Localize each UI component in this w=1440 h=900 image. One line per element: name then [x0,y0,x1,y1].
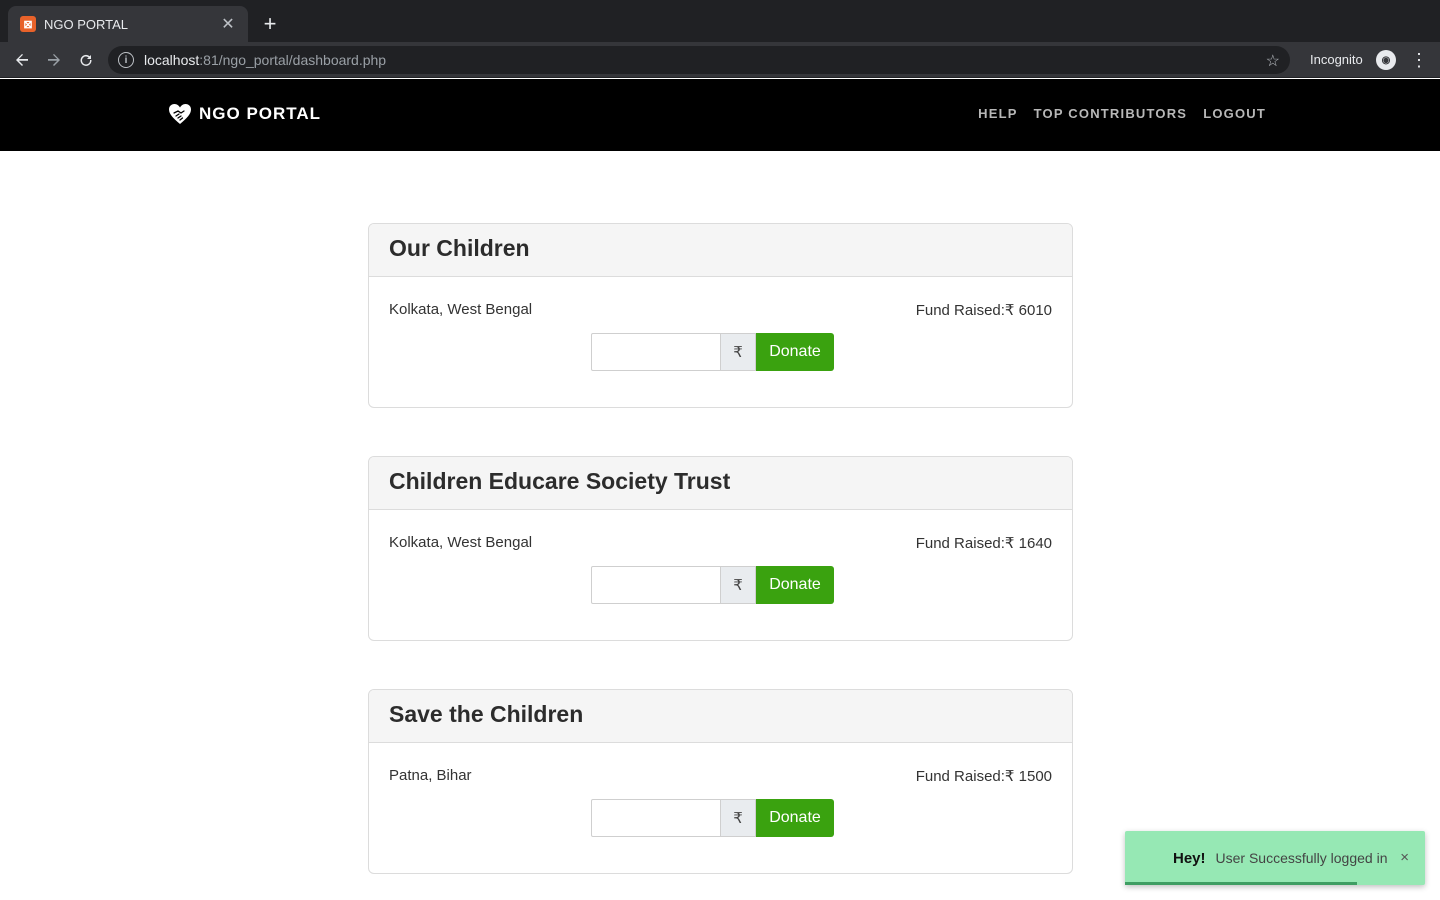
heart-handshake-icon [169,104,191,124]
nav-top-contributors-link[interactable]: TOP CONTRIBUTORS [1034,106,1188,121]
donation-amount-input[interactable] [591,799,721,837]
ngo-location: Patna, Bihar [389,767,472,784]
rupee-addon: ₹ [721,566,756,604]
donate-button[interactable]: Donate [756,799,834,837]
new-tab-icon[interactable]: + [258,12,282,36]
nav-logout-link[interactable]: LOGOUT [1203,106,1266,121]
tab-title: NGO PORTAL [44,16,129,32]
url-text: localhost:81/ngo_portal/dashboard.php [144,52,386,68]
ngo-title: Our Children [389,235,530,261]
card-body: Kolkata, West Bengal Fund Raised:₹ 1640 … [369,510,1072,640]
card-body: Patna, Bihar Fund Raised:₹ 1500 ₹ Donate [369,743,1072,873]
nav-help-link[interactable]: HELP [978,106,1017,121]
nav-links: HELP TOP CONTRIBUTORS LOGOUT [978,106,1266,121]
card-header: Children Educare Society Trust [369,457,1072,510]
profile-label: Incognito [1310,52,1363,67]
toast-close-icon[interactable]: × [1400,849,1409,866]
site-navbar: NGO PORTAL HELP TOP CONTRIBUTORS LOGOUT [0,79,1440,151]
fund-raised: Fund Raised:₹ 1500 [915,768,1052,785]
card-body: Kolkata, West Bengal Fund Raised:₹ 6010 … [369,277,1072,407]
reload-icon[interactable] [74,48,98,72]
card-header: Save the Children [369,690,1072,743]
ngo-card: Our Children Kolkata, West Bengal Fund R… [368,223,1073,408]
donate-form: ₹ Donate [591,799,834,837]
browser-toolbar: i localhost:81/ngo_portal/dashboard.php … [0,42,1440,78]
brand-name: NGO PORTAL [199,104,322,123]
browser-menu-icon[interactable]: ⋮ [1410,48,1428,72]
donate-button[interactable]: Donate [756,566,834,604]
fund-raised: Fund Raised:₹ 6010 [915,302,1052,319]
ngo-card: Children Educare Society Trust Kolkata, … [368,456,1073,641]
browser-tab[interactable]: ⊠ NGO PORTAL ✕ [8,6,248,42]
rupee-addon: ₹ [721,799,756,837]
xampp-icon: ⊠ [20,16,36,32]
url-path: :81/ngo_portal/dashboard.php [199,52,387,68]
donation-amount-input[interactable] [591,566,721,604]
ngo-title: Children Educare Society Trust [389,468,731,494]
donate-button[interactable]: Donate [756,333,834,371]
card-header: Our Children [369,224,1072,277]
donation-amount-input[interactable] [591,333,721,371]
ngo-location: Kolkata, West Bengal [389,534,533,551]
brand-link[interactable]: NGO PORTAL [167,101,321,127]
fund-raised: Fund Raised:₹ 1640 [915,535,1052,552]
ngo-title: Save the Children [389,701,584,727]
back-icon[interactable] [10,48,34,72]
bookmark-star-icon[interactable]: ☆ [1266,51,1280,71]
url-host: localhost [144,52,200,68]
donate-form: ₹ Donate [591,566,834,604]
incognito-icon[interactable]: ◉ [1376,50,1396,70]
toast-message: User Successfully logged in [1215,850,1388,866]
success-toast: Hey! User Successfully logged in × [1125,831,1425,885]
browser-tabstrip: ⊠ NGO PORTAL ✕ + [0,0,1440,42]
ngo-location: Kolkata, West Bengal [389,301,533,318]
toast-progress-bar [1125,882,1357,885]
info-icon[interactable]: i [118,52,134,68]
forward-icon[interactable] [42,48,66,72]
donate-form: ₹ Donate [591,333,834,371]
tab-close-icon[interactable]: ✕ [220,14,236,34]
address-bar[interactable]: i localhost:81/ngo_portal/dashboard.php … [108,46,1290,74]
rupee-addon: ₹ [721,333,756,371]
ngo-card: Save the Children Patna, Bihar Fund Rais… [368,689,1073,874]
toast-heading: Hey! [1173,849,1206,867]
